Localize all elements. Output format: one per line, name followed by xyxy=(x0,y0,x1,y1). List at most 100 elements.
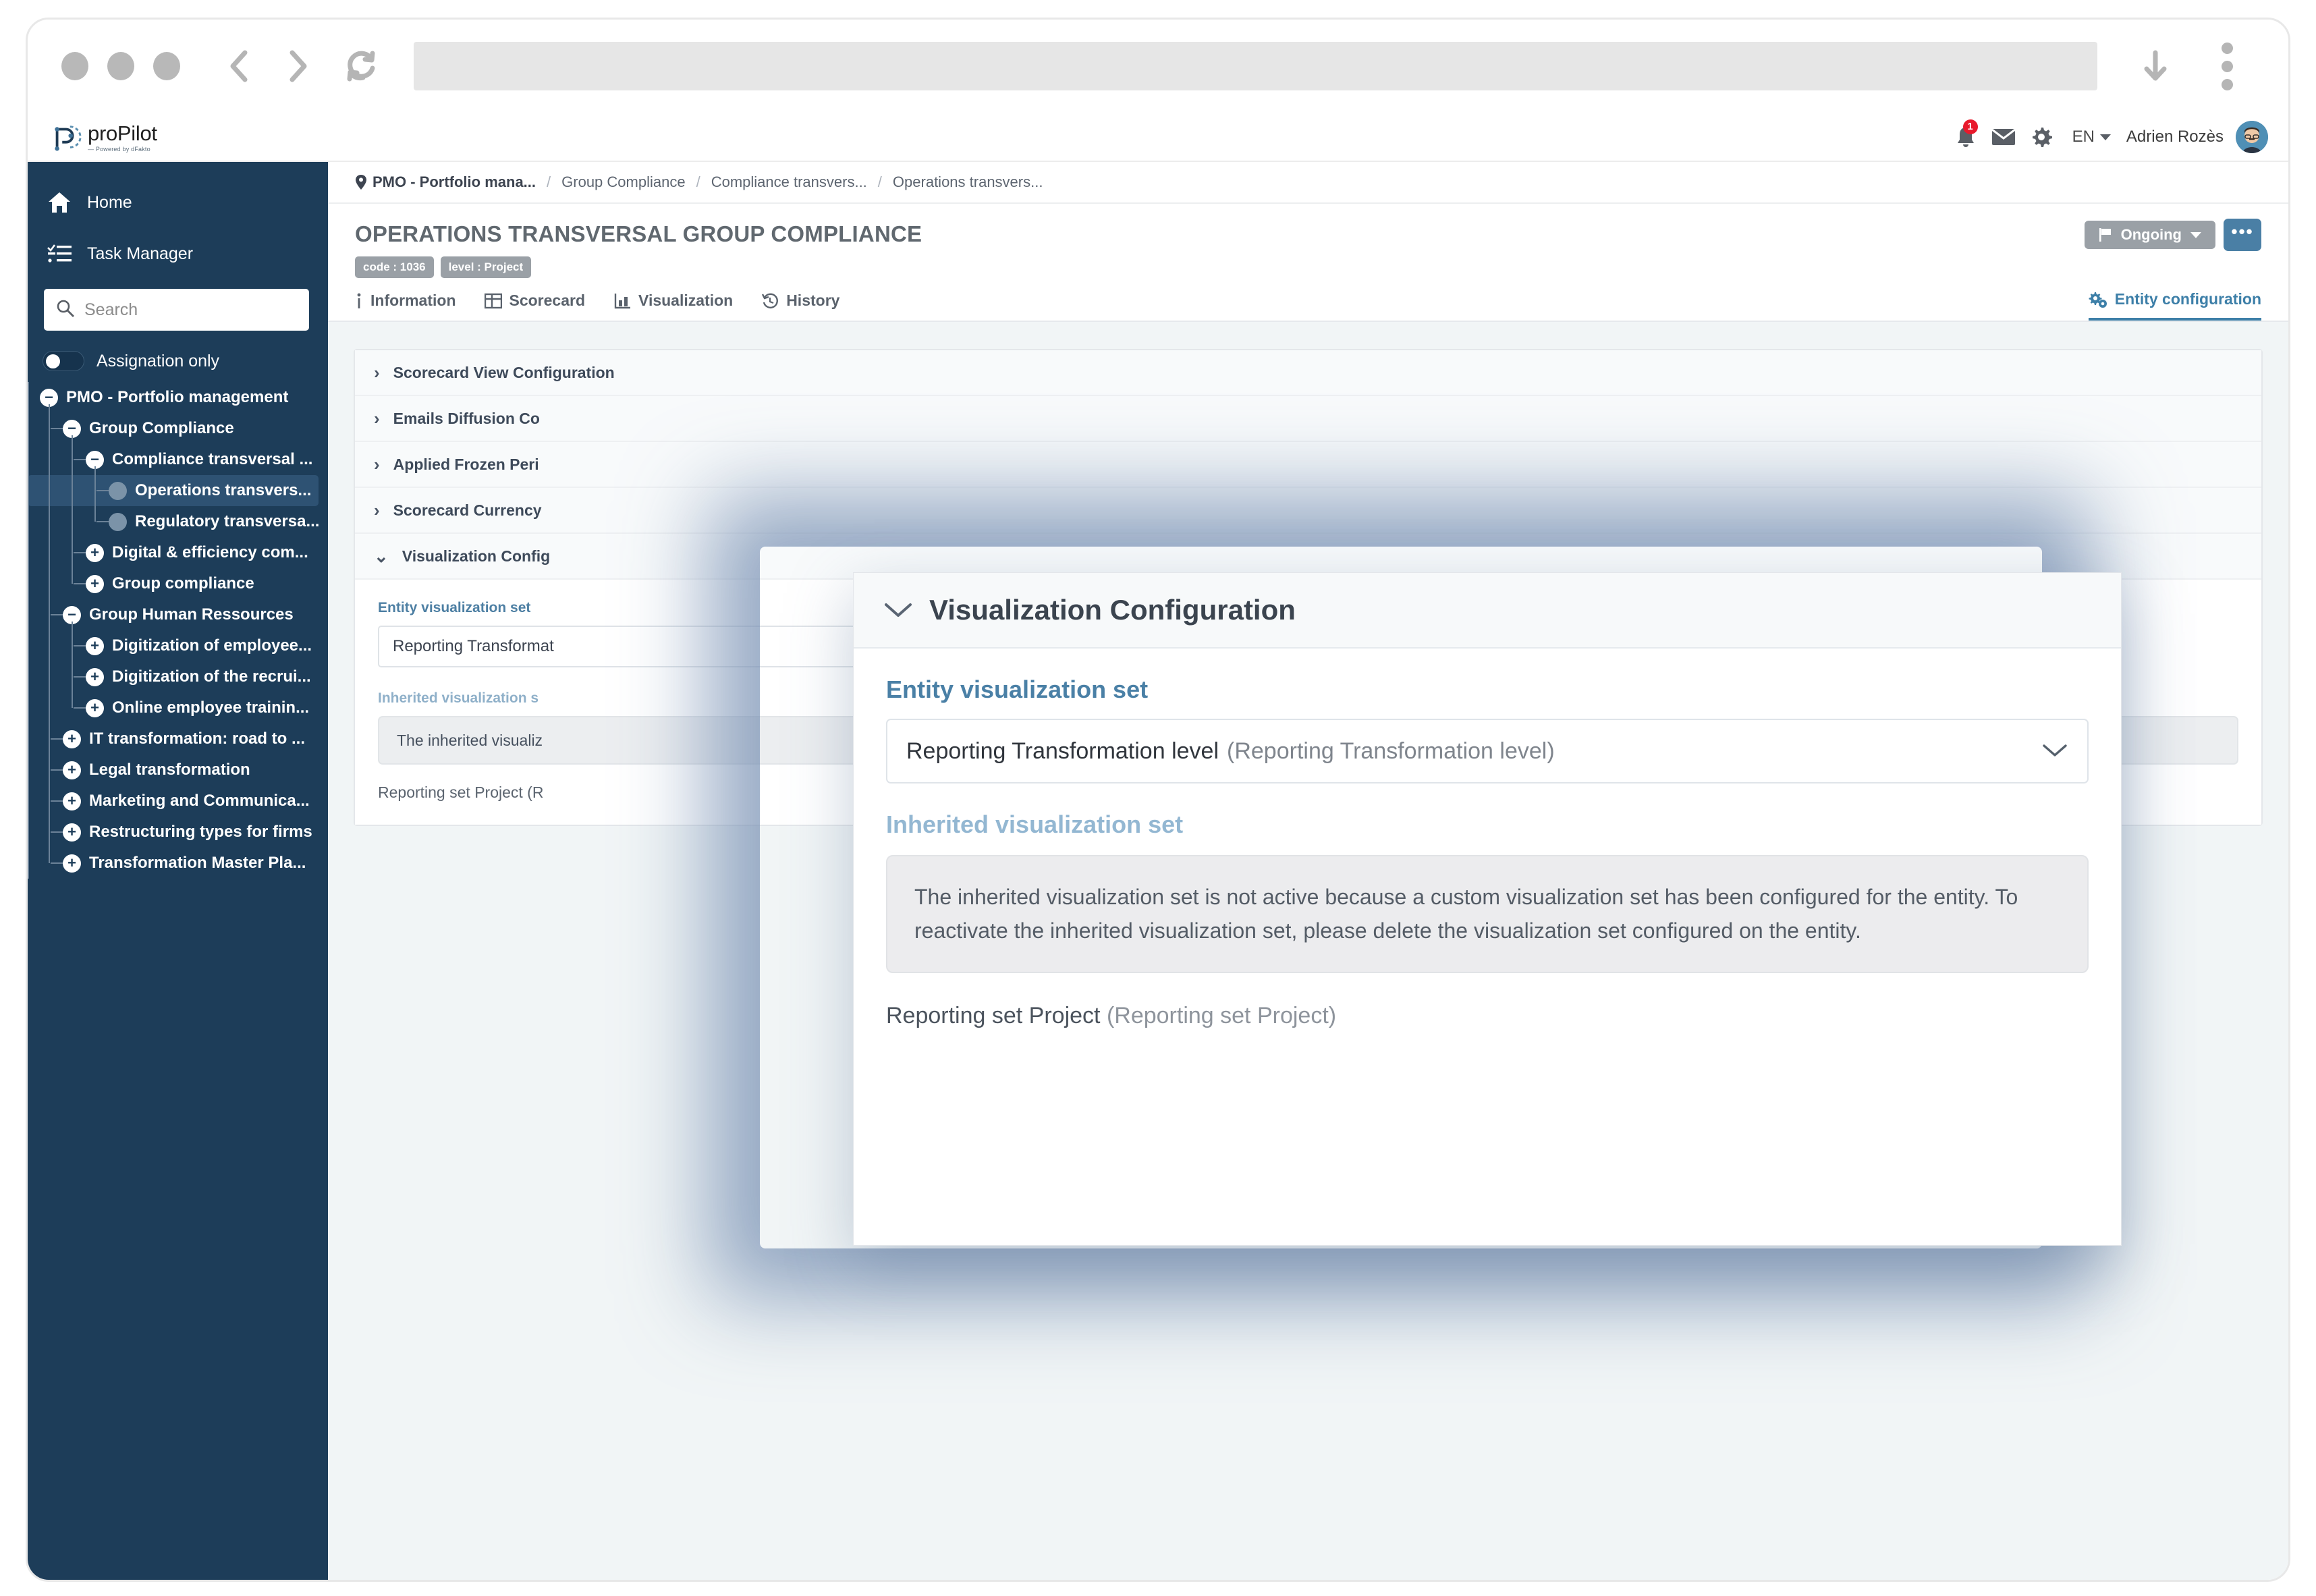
tree-expand-icon[interactable]: + xyxy=(63,792,81,810)
breadcrumb-label: PMO - Portfolio mana... xyxy=(373,173,536,190)
tree-item[interactable]: Regulatory transversa... xyxy=(28,506,328,537)
tab-entity-configuration[interactable]: Entity configuration xyxy=(2088,290,2261,321)
application-root: proPilot — Powered by dFakto 1 EN Adrien… xyxy=(28,113,2288,1580)
tree-item[interactable]: + Transformation Master Pla... xyxy=(28,848,328,879)
tab-scorecard[interactable]: Scorecard xyxy=(484,292,585,319)
messages-envelope-icon[interactable] xyxy=(1985,119,2022,155)
notifications-bell-icon[interactable]: 1 xyxy=(1947,119,1985,155)
entity-visualization-set-value: Reporting Transformat xyxy=(393,637,554,655)
tree-expand-icon[interactable]: + xyxy=(86,636,104,655)
more-actions-button[interactable]: ••• xyxy=(2224,219,2261,251)
tree-item[interactable]: + Restructuring types for firms xyxy=(28,817,328,848)
breadcrumb-item[interactable]: Group Compliance xyxy=(561,173,685,191)
tree-item-label: Compliance transversal ... xyxy=(112,450,313,468)
sidebar-item-home[interactable]: Home xyxy=(28,177,328,228)
task-list-icon xyxy=(47,241,72,267)
tree-item[interactable]: + Legal transformation xyxy=(28,754,328,786)
chevron-left-icon[interactable] xyxy=(221,47,258,85)
tree-item-label: Marketing and Communica... xyxy=(89,792,310,810)
reload-icon[interactable] xyxy=(342,47,380,85)
chevron-right-icon[interactable] xyxy=(279,47,316,85)
url-input[interactable] xyxy=(414,42,2097,90)
propilot-logo[interactable]: proPilot — Powered by dFakto xyxy=(51,121,157,153)
accordion-row-label: Emails Diffusion Co xyxy=(393,409,540,427)
tree-expand-icon[interactable]: + xyxy=(63,730,81,748)
tab-label: Visualization xyxy=(638,292,734,309)
tree-item[interactable]: + Digitization of the recrui... xyxy=(28,661,328,692)
search-box[interactable] xyxy=(44,289,309,331)
tree-item[interactable]: + Group compliance xyxy=(28,568,328,599)
tree-expand-icon[interactable]: + xyxy=(63,823,81,842)
chevron-down-icon[interactable] xyxy=(883,595,913,626)
entity-visualization-set-select[interactable]: Reporting Transformat xyxy=(378,626,904,667)
accordion-row-applied-frozen-period[interactable]: › Applied Frozen Peri xyxy=(355,442,2261,488)
chevron-down-icon: ⌄ xyxy=(374,545,389,566)
tree-item[interactable]: + Online employee trainin... xyxy=(28,692,328,723)
accordion-row-emails-diffusion[interactable]: › Emails Diffusion Co xyxy=(355,396,2261,442)
tree-item[interactable]: Operations transvers... xyxy=(28,475,319,506)
tree-expand-icon[interactable]: + xyxy=(86,574,104,593)
tree-expand-icon[interactable]: + xyxy=(63,854,81,873)
language-selector[interactable]: EN xyxy=(2072,128,2112,146)
download-arrow-icon[interactable] xyxy=(2136,47,2174,85)
breadcrumb-label: Group Compliance xyxy=(561,173,686,190)
modal-header[interactable]: Visualization Configuration xyxy=(854,573,2121,649)
search-input[interactable] xyxy=(84,300,287,320)
close-window-button[interactable] xyxy=(61,52,88,80)
breadcrumb-label: Compliance transvers... xyxy=(711,173,867,190)
modal-body: Entity visualization set Reporting Trans… xyxy=(854,649,2121,1056)
status-badge[interactable]: Ongoing xyxy=(2084,221,2215,249)
tree-item-label: Group compliance xyxy=(112,574,254,593)
breadcrumb-item[interactable]: Compliance transvers... xyxy=(711,173,867,191)
tree-item-label: Group Compliance xyxy=(89,419,234,437)
tree-item-label: PMO - Portfolio management xyxy=(66,388,289,406)
tree-collapse-icon[interactable]: − xyxy=(63,419,81,438)
kebab-menu-icon[interactable] xyxy=(2213,42,2240,90)
maximize-window-button[interactable] xyxy=(153,52,180,80)
browser-window: proPilot — Powered by dFakto 1 EN Adrien… xyxy=(26,18,2290,1582)
tree-collapse-icon[interactable]: − xyxy=(40,388,58,407)
tab-history[interactable]: History xyxy=(761,292,839,319)
tree-expand-icon[interactable]: + xyxy=(86,698,104,717)
tree-item[interactable]: + IT transformation: road to ... xyxy=(28,723,328,754)
assignation-only-row[interactable]: Assignation only xyxy=(43,351,328,371)
assignation-only-toggle[interactable] xyxy=(43,351,84,371)
tree-item[interactable]: + Digitization of employee... xyxy=(28,630,328,661)
tree-collapse-icon[interactable]: − xyxy=(86,450,104,469)
tree-item-label: Regulatory transversa... xyxy=(135,512,320,530)
tree-expand-icon[interactable]: + xyxy=(63,761,81,779)
tree-expand-icon[interactable]: + xyxy=(86,667,104,686)
browser-toolbar xyxy=(28,20,2288,113)
modal-footline-alias: (Reporting set Project) xyxy=(1106,1003,1337,1029)
breadcrumb-separator: / xyxy=(696,173,700,190)
accordion-row-scorecard-view[interactable]: › Scorecard View Configuration xyxy=(355,350,2261,396)
modal-entity-visualization-set-select[interactable]: Reporting Transformation level (Reportin… xyxy=(886,719,2089,783)
modal-entity-visualization-set-label: Entity visualization set xyxy=(886,676,1149,703)
breadcrumb-item[interactable]: PMO - Portfolio mana... xyxy=(355,173,536,191)
accordion-row-label: Applied Frozen Peri xyxy=(393,455,539,473)
info-icon xyxy=(357,293,361,308)
sidebar-item-task-manager[interactable]: Task Manager xyxy=(28,228,328,279)
tab-information[interactable]: Information xyxy=(355,292,456,319)
tree-expand-icon[interactable]: + xyxy=(86,543,104,562)
modal-footline-main: Reporting set Project xyxy=(886,1003,1101,1029)
minimize-window-button[interactable] xyxy=(107,52,134,80)
tree-item[interactable]: + Digital & efficiency com... xyxy=(28,537,328,568)
tree-item[interactable]: + Marketing and Communica... xyxy=(28,786,328,817)
top-bar-actions: 1 EN Adrien Rozès xyxy=(1947,119,2268,155)
avatar[interactable] xyxy=(2236,120,2268,153)
page-header: OPERATIONS TRANSVERSAL GROUP COMPLIANCE … xyxy=(328,204,2288,278)
gear-icon[interactable] xyxy=(2022,119,2060,155)
accordion-row-scorecard-currency[interactable]: › Scorecard Currency xyxy=(355,488,2261,534)
tree-item[interactable]: − Group Human Ressources xyxy=(28,599,328,630)
sidebar-item-label: Home xyxy=(87,192,132,212)
tab-visualization[interactable]: Visualization xyxy=(613,292,733,319)
breadcrumb-item[interactable]: Operations transvers... xyxy=(893,173,1043,191)
history-icon xyxy=(762,293,779,308)
chevron-down-icon xyxy=(2041,738,2068,765)
tree-collapse-icon[interactable]: − xyxy=(63,605,81,624)
tree-item[interactable]: − Compliance transversal ... xyxy=(28,444,328,475)
tree-item[interactable]: − Group Compliance xyxy=(28,413,328,444)
user-name[interactable]: Adrien Rozès xyxy=(2126,128,2224,146)
tree-item[interactable]: − PMO - Portfolio management xyxy=(28,382,328,413)
